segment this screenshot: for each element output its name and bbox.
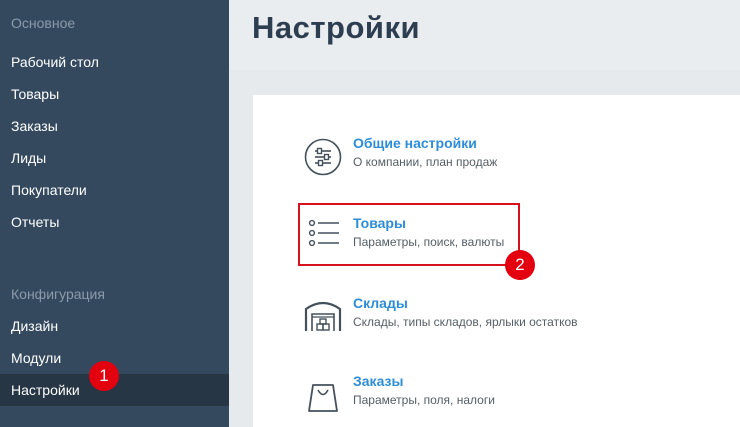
shopping-bag-icon — [303, 375, 343, 415]
page-title: Настройки — [252, 10, 421, 45]
setting-warehouses-description: Склады, типы складов, ярлыки остатков — [353, 315, 578, 329]
sidebar-item-orders[interactable]: Заказы — [0, 110, 229, 142]
warehouse-icon — [303, 297, 343, 337]
sidebar-item-customers[interactable]: Покупатели — [0, 174, 229, 206]
setting-orders-title[interactable]: Заказы — [353, 373, 403, 389]
sidebar-item-reports[interactable]: Отчеты — [0, 206, 229, 238]
annotation-badge-2: 2 — [505, 250, 535, 280]
sidebar: Основное Рабочий стол Товары Заказы Лиды… — [0, 0, 229, 427]
setting-warehouses-title[interactable]: Склады — [353, 295, 408, 311]
setting-general[interactable]: Общие настройки О компании, план продаж — [303, 135, 623, 185]
setting-general-description: О компании, план продаж — [353, 155, 498, 169]
sidebar-section-main-header: Основное — [11, 15, 76, 31]
sliders-icon — [303, 137, 343, 177]
settings-panel: Общие настройки О компании, план продаж … — [253, 95, 740, 427]
sidebar-item-products[interactable]: Товары — [0, 78, 229, 110]
setting-warehouses[interactable]: Склады Склады, типы складов, ярлыки оста… — [303, 295, 623, 345]
sidebar-section-config-header: Конфигурация — [11, 286, 105, 302]
setting-orders-description: Параметры, поля, налоги — [353, 393, 495, 407]
setting-orders[interactable]: Заказы Параметры, поля, налоги — [303, 373, 623, 423]
annotation-badge-1: 1 — [89, 361, 119, 391]
main-header: Настройки — [229, 0, 740, 70]
setting-general-title[interactable]: Общие настройки — [353, 135, 477, 151]
sidebar-item-settings-label: Настройки — [11, 382, 80, 398]
sidebar-item-leads[interactable]: Лиды — [0, 142, 229, 174]
sidebar-item-design[interactable]: Дизайн — [0, 310, 229, 342]
sidebar-item-dashboard[interactable]: Рабочий стол — [0, 46, 229, 78]
annotation-highlight-box — [298, 203, 520, 266]
